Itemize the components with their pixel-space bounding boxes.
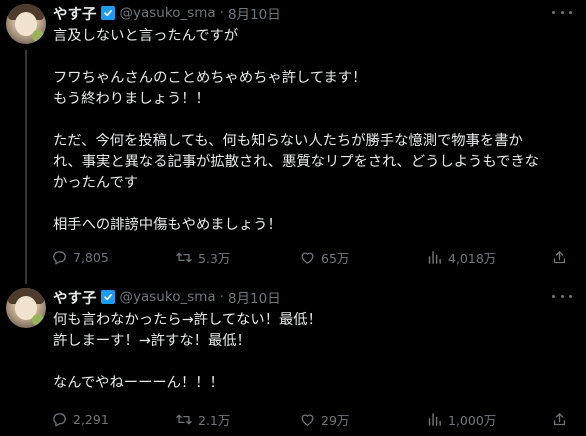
views-count: 1,000万 xyxy=(448,412,497,428)
user-handle[interactable]: @yasuko_sma xyxy=(120,5,216,21)
tweet-text-line: もう終わりましょう！！ xyxy=(53,91,210,107)
tweet-text-line: なんでやねーーーん！！！ xyxy=(53,375,224,391)
retweet-button[interactable]: 2.1万 xyxy=(175,408,230,430)
tweet-text-line: 何も言わなかったら→許してない！最低！ xyxy=(53,312,322,328)
reply-count: 7,805 xyxy=(73,249,109,265)
like-count: 65万 xyxy=(321,250,350,266)
tweet-header: やす子 @yasuko_sma · 8月10日 xyxy=(53,287,281,307)
reply-count: 2,291 xyxy=(73,411,109,427)
retweet-button[interactable]: 5.3万 xyxy=(175,246,230,268)
reply-icon xyxy=(53,250,66,265)
display-name[interactable]: やす子 xyxy=(53,287,97,308)
tweet-paragraph: フワちゃんさんのことめちゃめちゃ許してます！ もう終わりましょう！！ xyxy=(53,68,578,110)
avatar-leaf xyxy=(32,314,44,326)
action-bar: 2,291 2.1万 29万 1,000万 xyxy=(51,408,586,430)
thread-connector-line xyxy=(25,50,27,284)
avatar-leaf xyxy=(32,30,44,42)
views-count: 4,018万 xyxy=(448,250,497,266)
tweet-date[interactable]: 8月10日 xyxy=(228,287,281,307)
tweet-text-line: かったんです xyxy=(53,175,139,191)
tweet[interactable]: やす子 @yasuko_sma · 8月10日 何も言わなかったら→許してない！… xyxy=(0,284,586,436)
tweet-paragraph: 言及しないと言ったんですが xyxy=(53,26,578,47)
tweet-text-line: 言及しないと言ったんですが xyxy=(53,28,239,44)
user-handle[interactable]: @yasuko_sma xyxy=(120,289,216,305)
tweet-text-line: 許しまーす！→許すな！最低！ xyxy=(53,333,251,349)
views-icon xyxy=(428,250,441,264)
like-icon xyxy=(301,414,314,426)
retweet-icon xyxy=(176,252,192,262)
reply-button[interactable]: 7,805 xyxy=(51,246,109,268)
avatar[interactable] xyxy=(6,288,46,328)
more-icon[interactable] xyxy=(552,290,572,302)
tweet-header: やす子 @yasuko_sma · 8月10日 xyxy=(53,3,281,23)
tweet-text-line: れ、事実と異なる記事が拡散され、悪質なリプをされ、どうしようもできな xyxy=(53,154,539,170)
retweet-count: 2.1万 xyxy=(198,412,231,428)
verified-badge-icon xyxy=(100,6,115,20)
retweet-icon xyxy=(176,414,192,424)
tweet-paragraph: ただ、今何を投稿しても、何も知らない人たちが勝手な憶測で物事を書か れ、事実と異… xyxy=(53,131,578,194)
display-name[interactable]: やす子 xyxy=(53,3,97,24)
tweet-text-line: 相手への誹謗中傷もやめましょう！ xyxy=(53,217,282,233)
more-icon[interactable] xyxy=(552,6,572,18)
avatar[interactable] xyxy=(6,4,46,44)
share-button[interactable] xyxy=(551,408,568,430)
separator-dot: · xyxy=(219,5,224,21)
tweet-paragraph: 相手への誹謗中傷もやめましょう！ xyxy=(53,215,578,236)
retweet-count: 5.3万 xyxy=(198,250,231,266)
reply-icon xyxy=(53,412,66,427)
like-button[interactable]: 29万 xyxy=(299,408,349,430)
tweet-date[interactable]: 8月10日 xyxy=(228,3,281,23)
tweet-text: 言及しないと言ったんですが フワちゃんさんのことめちゃめちゃ許してます！ もう終… xyxy=(53,26,578,236)
verified-badge-icon xyxy=(100,290,115,304)
action-bar: 7,805 5.3万 65万 4,018万 xyxy=(51,246,586,268)
views-button[interactable]: 4,018万 xyxy=(426,246,496,268)
like-button[interactable]: 65万 xyxy=(299,246,349,268)
separator-dot: · xyxy=(219,289,224,305)
share-icon xyxy=(553,250,566,263)
share-icon xyxy=(553,412,566,425)
tweet[interactable]: やす子 @yasuko_sma · 8月10日 言及しないと言ったんですが フワ… xyxy=(0,0,586,284)
tweet-text-line: ただ、今何を投稿しても、何も知らない人たちが勝手な憶測で物事を書か xyxy=(53,133,523,149)
tweet-paragraph: なんでやねーーーん！！！ xyxy=(53,373,578,394)
like-icon xyxy=(301,252,314,264)
tweet-paragraph: 何も言わなかったら→許してない！最低！ 許しまーす！→許すな！最低！ xyxy=(53,310,578,352)
views-icon xyxy=(428,412,441,426)
tweet-text: 何も言わなかったら→許してない！最低！ 許しまーす！→許すな！最低！ なんでやね… xyxy=(53,310,578,394)
views-button[interactable]: 1,000万 xyxy=(426,408,496,430)
like-count: 29万 xyxy=(321,412,350,428)
tweet-text-line: フワちゃんさんのことめちゃめちゃ許してます！ xyxy=(53,70,367,86)
share-button[interactable] xyxy=(551,246,568,268)
reply-button[interactable]: 2,291 xyxy=(51,408,109,430)
